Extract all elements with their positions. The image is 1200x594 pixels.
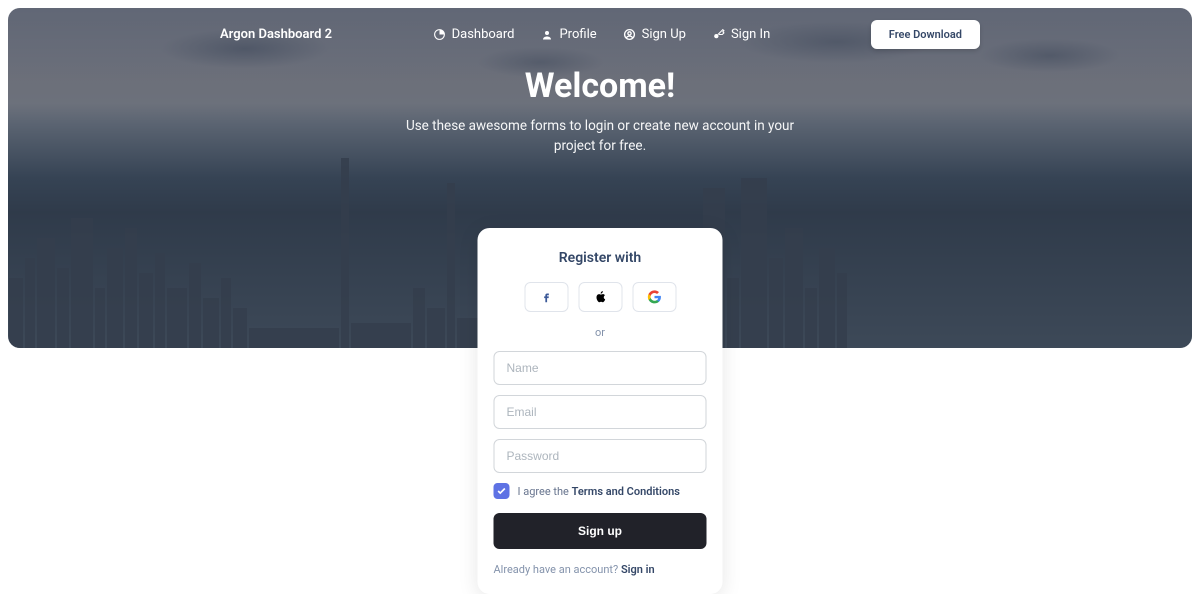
- google-icon: [647, 290, 661, 304]
- terms-checkbox[interactable]: [494, 483, 510, 499]
- free-download-button[interactable]: Free Download: [871, 20, 980, 49]
- hero-title: Welcome!: [0, 66, 1200, 106]
- key-icon: [712, 28, 725, 41]
- divider-or: or: [494, 326, 707, 339]
- facebook-icon: [539, 290, 553, 304]
- dashboard-icon: [433, 28, 446, 41]
- terms-text: I agree the Terms and Conditions: [518, 485, 680, 498]
- check-icon: [497, 486, 507, 496]
- social-buttons: [494, 282, 707, 312]
- signin-link[interactable]: Sign in: [621, 563, 655, 576]
- nav-label: Profile: [559, 27, 596, 42]
- hero-text: Welcome! Use these awesome forms to logi…: [0, 66, 1200, 157]
- user-icon: [540, 28, 553, 41]
- signup-button[interactable]: Sign up: [494, 513, 707, 549]
- already-row: Already have an account? Sign in: [494, 563, 707, 576]
- nav-link-profile[interactable]: Profile: [540, 27, 596, 42]
- google-button[interactable]: [632, 282, 676, 312]
- card-title: Register with: [494, 250, 707, 266]
- hero-subtitle: Use these awesome forms to login or crea…: [390, 116, 810, 157]
- nav-link-dashboard[interactable]: Dashboard: [433, 27, 515, 42]
- nav-link-signin[interactable]: Sign In: [712, 27, 770, 42]
- email-field[interactable]: [494, 395, 707, 429]
- apple-icon: [593, 290, 607, 304]
- name-field[interactable]: [494, 351, 707, 385]
- already-prefix: Already have an account?: [494, 563, 621, 576]
- nav-label: Sign Up: [642, 27, 686, 42]
- facebook-button[interactable]: [524, 282, 568, 312]
- nav-label: Dashboard: [452, 27, 515, 42]
- nav-label: Sign In: [731, 27, 770, 42]
- nav-link-signup[interactable]: Sign Up: [623, 27, 686, 42]
- nav-links: Dashboard Profile Sign Up Sign In: [433, 27, 771, 42]
- terms-row: I agree the Terms and Conditions: [494, 483, 707, 499]
- password-field[interactable]: [494, 439, 707, 473]
- brand-title[interactable]: Argon Dashboard 2: [220, 27, 332, 42]
- top-nav: Argon Dashboard 2 Dashboard Profile Sign…: [0, 20, 1200, 49]
- apple-button[interactable]: [578, 282, 622, 312]
- register-card: Register with or I agree the Terms and C…: [478, 228, 723, 594]
- terms-prefix: I agree the: [518, 485, 572, 498]
- terms-link[interactable]: Terms and Conditions: [572, 485, 680, 498]
- signup-icon: [623, 28, 636, 41]
